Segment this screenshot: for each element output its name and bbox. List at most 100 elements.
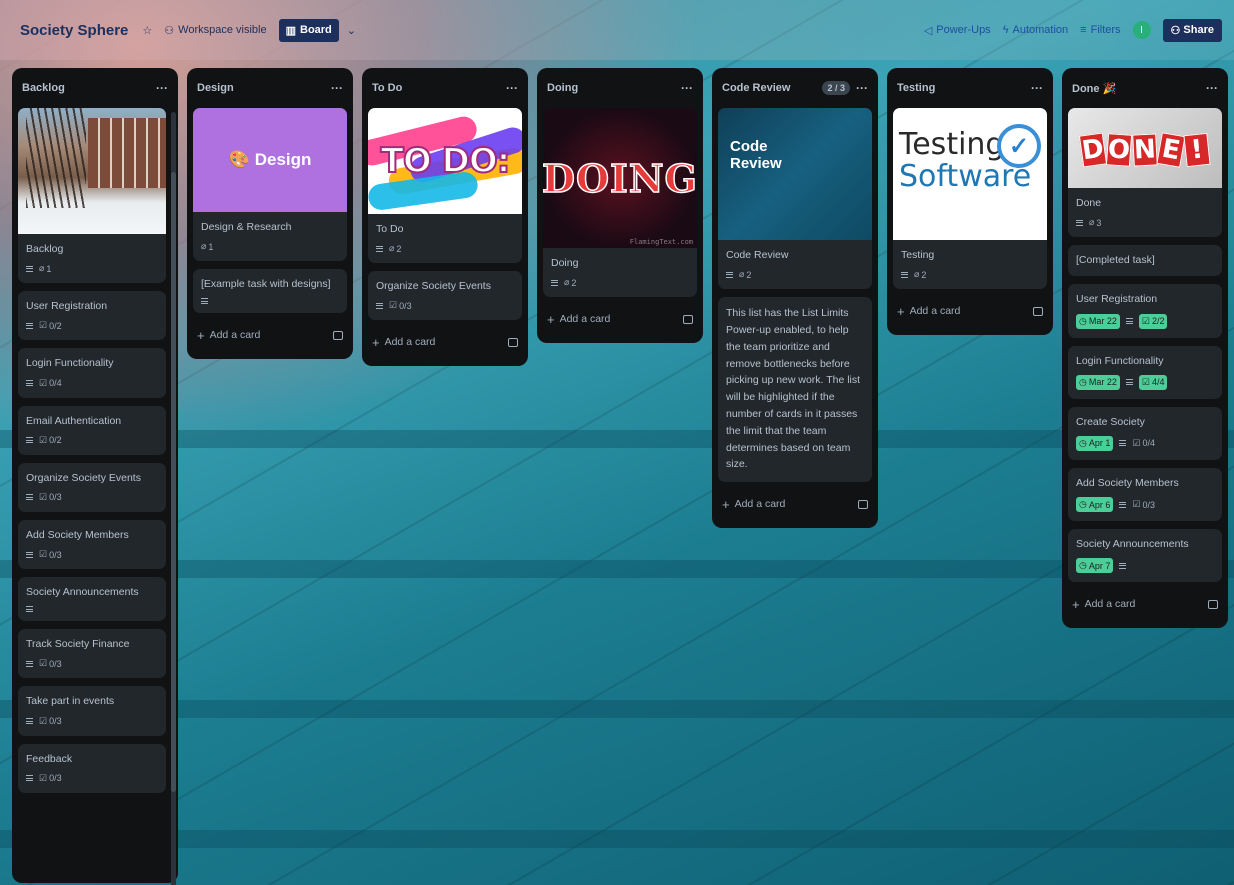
checklist-count: 0/4 <box>1142 438 1155 449</box>
plus-icon: + <box>1072 596 1080 612</box>
checklist-badge: ☑ 0/2 <box>39 320 62 331</box>
paperclip-icon: ⌀ <box>914 269 920 280</box>
card[interactable]: Society Announcements ◷ Apr 7 <box>1068 529 1222 583</box>
attachment-count: 3 <box>1096 217 1102 228</box>
add-card-button[interactable]: + Add a card <box>193 321 347 349</box>
card[interactable]: Organize Society Events ☑ 0/3 <box>368 271 522 321</box>
card[interactable]: Feedback ☑ 0/3 <box>18 743 166 793</box>
list-menu-button[interactable]: ··· <box>331 81 343 95</box>
card[interactable]: Organize Society Events ☑ 0/3 <box>18 462 166 512</box>
tree-graphic <box>26 108 86 208</box>
description-icon <box>551 279 558 286</box>
plus-icon: + <box>547 311 555 327</box>
card[interactable]: Track Society Finance ☑ 0/3 <box>18 629 166 679</box>
template-icon[interactable] <box>508 337 518 347</box>
card[interactable]: Testing Software ✓ Testing ⌀ 2 <box>893 108 1047 290</box>
card[interactable]: This list has the List Limits Power-up e… <box>718 297 872 483</box>
due-date-badge[interactable]: ◷ Apr 6 <box>1076 497 1114 513</box>
list-title[interactable]: Code Review <box>722 82 822 94</box>
list-menu-button[interactable]: ··· <box>506 81 518 95</box>
attachment-count: 2 <box>921 269 927 280</box>
add-card-button[interactable]: + Add a card <box>1068 590 1222 618</box>
card[interactable]: DOING FlamingText.com Doing ⌀ 2 <box>543 108 697 298</box>
checkbox-icon: ☑ <box>1141 376 1150 387</box>
card[interactable]: Add Society Members ◷ Apr 6 ☑ 0/3 <box>1068 467 1222 522</box>
list-menu-button[interactable]: ··· <box>856 81 868 95</box>
card[interactable]: D O N E ! Done ⌀ 3 <box>1068 108 1222 238</box>
list-title[interactable]: Design <box>197 82 331 94</box>
list-title[interactable]: Doing <box>547 82 681 94</box>
list-title[interactable]: Backlog <box>22 82 156 94</box>
card[interactable]: TO DO: To Do ⌀ 2 <box>368 108 522 264</box>
due-date: Mar 22 <box>1088 377 1117 388</box>
card[interactable]: Login Functionality ◷ Mar 22 ☑ 4/4 <box>1068 345 1222 399</box>
card[interactable]: [Example task with designs] <box>193 269 347 314</box>
template-icon[interactable] <box>1208 599 1218 609</box>
list-title[interactable]: Done 🎉 <box>1072 82 1206 95</box>
list-scrollbar[interactable] <box>171 112 176 885</box>
description-icon <box>26 775 33 782</box>
card[interactable]: User Registration ☑ 0/2 <box>18 291 166 341</box>
card[interactable]: Add Society Members ☑ 0/3 <box>18 519 166 570</box>
description-icon <box>26 322 33 329</box>
due-date: Mar 22 <box>1088 316 1117 327</box>
filters-button[interactable]: ≡ Filters <box>1080 24 1120 36</box>
card[interactable]: Email Authentication ☑ 0/2 <box>18 405 166 455</box>
list-menu-button[interactable]: ··· <box>1206 81 1218 95</box>
checklist-count: 0/3 <box>49 773 62 784</box>
palette-icon: 🎨 <box>228 150 250 169</box>
due-date-badge[interactable]: ◷ Apr 1 <box>1076 435 1114 451</box>
due-date-badge[interactable]: ◷ Mar 22 <box>1076 313 1120 329</box>
share-button[interactable]: ⚇ Share <box>1162 18 1222 42</box>
list-menu-button[interactable]: ··· <box>156 81 168 95</box>
power-ups-button[interactable]: ◁ Power-Ups <box>924 24 991 37</box>
description-icon <box>1125 318 1133 325</box>
add-card-button[interactable]: + Add a card <box>893 297 1047 325</box>
card-title: Add Society Members <box>26 528 129 541</box>
add-card-label: Add a card <box>384 336 436 349</box>
checkbox-icon: ☑ <box>39 715 48 726</box>
card-title: Done <box>1076 197 1102 209</box>
view-switcher-button[interactable]: ⌄ <box>347 24 356 37</box>
template-icon[interactable] <box>858 499 868 509</box>
background-stripe <box>0 560 1234 578</box>
automation-button[interactable]: ϟ Automation <box>1003 24 1068 36</box>
star-button[interactable]: ☆ <box>142 24 152 37</box>
scrollbar-thumb[interactable] <box>171 172 176 792</box>
board-title[interactable]: Society Sphere <box>20 22 128 39</box>
list-title[interactable]: To Do <box>372 82 506 94</box>
card-title: This list has the List Limits Power-up e… <box>726 307 861 471</box>
due-date-badge[interactable]: ◷ Apr 7 <box>1076 558 1114 574</box>
template-icon[interactable] <box>333 330 343 340</box>
avatar[interactable]: I <box>1132 21 1151 39</box>
card[interactable]: [Completed task] <box>1068 245 1222 277</box>
checkbox-icon: ☑ <box>1141 315 1150 326</box>
checkbox-icon: ☑ <box>1132 499 1141 510</box>
visibility-button[interactable]: ⚇ Workspace visible <box>164 24 266 37</box>
add-card-button[interactable]: + Add a card <box>543 305 697 333</box>
attachment-count: 2 <box>746 269 752 280</box>
card[interactable]: Create Society ◷ Apr 1 ☑ 0/4 <box>1068 406 1222 460</box>
card[interactable]: Code Review Code Review ⌀ 2 <box>718 108 872 290</box>
cover-text-line-2: Review <box>730 155 782 173</box>
list-menu-button[interactable]: ··· <box>681 81 693 95</box>
add-card-button[interactable]: + Add a card <box>718 490 872 518</box>
description-icon <box>376 245 383 252</box>
card[interactable]: Take part in events ☑ 0/3 <box>18 686 166 736</box>
template-icon[interactable] <box>1033 306 1043 316</box>
add-card-button[interactable]: + Add a card <box>368 328 522 356</box>
card[interactable]: Society Announcements <box>18 577 166 622</box>
description-icon <box>26 660 33 667</box>
card[interactable]: Login Functionality ☑ 0/4 <box>18 348 166 398</box>
due-date-badge[interactable]: ◷ Mar 22 <box>1076 374 1120 390</box>
list-menu-button[interactable]: ··· <box>1031 81 1043 95</box>
checklist-badge: ☑ 0/3 <box>39 549 62 560</box>
list-title[interactable]: Testing <box>897 82 1031 94</box>
attachment-badge: ⌀ 2 <box>739 269 751 280</box>
card[interactable]: 🎨 Design Design & Research ⌀ 1 <box>193 108 347 262</box>
clock-icon: ◷ <box>1079 437 1087 448</box>
template-icon[interactable] <box>683 314 693 324</box>
card[interactable]: Backlog ⌀ 1 <box>18 108 166 284</box>
card[interactable]: User Registration ◷ Mar 22 ☑ 2/2 <box>1068 284 1222 338</box>
board-view-button[interactable]: ▥ Board <box>278 18 339 42</box>
